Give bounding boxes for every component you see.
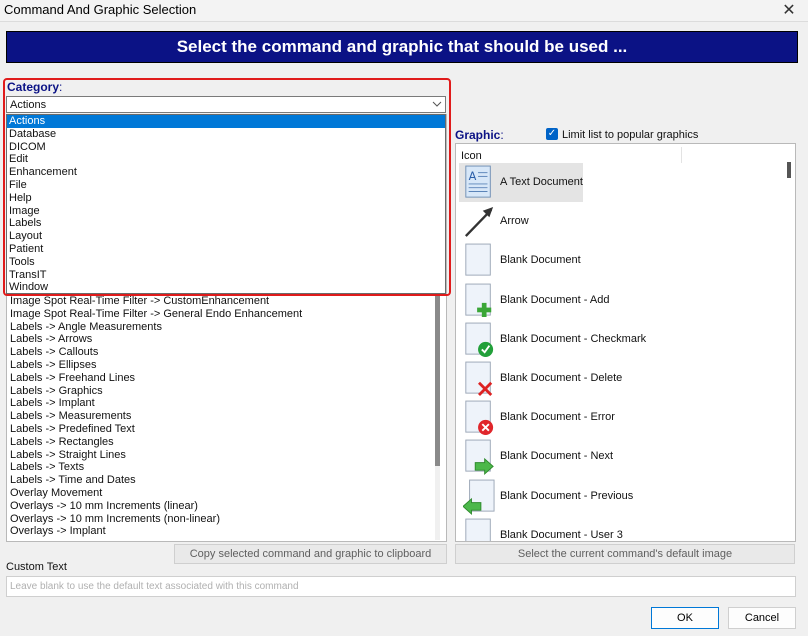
category-option[interactable]: Image xyxy=(7,205,445,218)
graphic-list-item[interactable]: Blank Document - Checkmark xyxy=(459,320,794,359)
command-list-item[interactable]: Labels -> Rectangles xyxy=(10,436,302,449)
command-list-item[interactable]: Overlays -> Implant xyxy=(10,525,302,538)
blank-document-checkmark-icon xyxy=(465,322,494,357)
category-option[interactable]: File xyxy=(7,179,445,192)
command-list-item[interactable]: Labels -> Straight Lines xyxy=(10,449,302,462)
copy-to-clipboard-button[interactable]: Copy selected command and graphic to cli… xyxy=(174,544,447,564)
blank-document-delete-icon xyxy=(465,361,493,396)
blank-document-user-icon xyxy=(465,518,491,541)
window-title: Command And Graphic Selection xyxy=(4,2,197,17)
blank-document-error-icon xyxy=(465,400,494,436)
command-list-item[interactable]: Labels -> Measurements xyxy=(10,410,302,423)
graphic-label-colon: : xyxy=(500,128,504,142)
command-list-item[interactable]: Overlays -> 10 mm Increments (non-linear… xyxy=(10,513,302,526)
graphic-list-item[interactable]: Blank Document - Add xyxy=(459,281,794,320)
graphic-item-label: Blank Document - Next xyxy=(500,450,614,463)
graphic-header-divider xyxy=(681,147,682,163)
graphic-label-text: Graphic xyxy=(455,128,501,142)
graphic-list[interactable]: Icon A A Text Document Arrow Blank Document… xyxy=(455,143,796,542)
select-default-image-button[interactable]: Select the current command's default ima… xyxy=(455,544,795,564)
blank-document-icon xyxy=(465,243,491,276)
command-list-item[interactable]: Labels -> Ellipses xyxy=(10,359,302,372)
command-list-item[interactable]: Overlays -> 10 mm Increments (linear) xyxy=(10,500,302,513)
graphic-list-item[interactable]: Blank Document - Previous xyxy=(459,477,794,516)
category-option[interactable]: Enhancement xyxy=(7,166,445,179)
command-list-item[interactable]: Labels -> Callouts xyxy=(10,346,302,359)
text-document-icon: A xyxy=(465,165,491,198)
category-select[interactable]: Actions xyxy=(6,96,446,113)
limit-popular-checkbox[interactable]: ✓ xyxy=(546,128,558,140)
blank-document-next-icon xyxy=(465,439,494,476)
graphic-label: Graphic: xyxy=(455,128,504,142)
category-option[interactable]: Labels xyxy=(7,217,445,230)
cancel-button[interactable]: Cancel xyxy=(728,607,796,629)
category-dropdown-list[interactable]: Actions Database DICOM Edit Enhancement File H… xyxy=(6,114,446,294)
graphic-list-scrollbar[interactable] xyxy=(787,158,792,538)
graphic-item-label: Blank Document - Delete xyxy=(500,372,623,384)
graphic-list-scroll-thumb[interactable] xyxy=(787,162,791,178)
limit-popular-label[interactable]: Limit list to popular graphics xyxy=(562,129,698,141)
ok-button[interactable]: OK xyxy=(651,607,719,629)
graphic-column-header[interactable]: Icon xyxy=(461,150,482,162)
category-option[interactable]: Actions xyxy=(7,115,445,128)
graphic-item-label: Arrow xyxy=(500,215,529,228)
graphic-item-label: Blank Document xyxy=(500,254,581,267)
graphic-list-item[interactable]: A A Text Document xyxy=(459,163,794,202)
graphic-item-label: Blank Document - User 3 xyxy=(500,528,623,541)
command-list-item[interactable]: Labels -> Predefined Text xyxy=(10,423,302,436)
command-list-item[interactable]: Image Spot Real-Time Filter -> CustomEnh… xyxy=(10,295,302,308)
blank-document-add-icon xyxy=(465,283,492,317)
command-list-item[interactable]: Labels -> Graphics xyxy=(10,385,302,398)
command-list-scroll-thumb[interactable] xyxy=(435,291,440,466)
command-list-item[interactable]: Image Spot Real-Time Filter -> General E… xyxy=(10,308,302,321)
command-list-item[interactable]: Labels -> Implant xyxy=(10,397,302,410)
graphic-list-item[interactable]: Blank Document - Delete xyxy=(459,359,794,398)
category-option[interactable]: DICOM xyxy=(7,141,445,154)
command-list-item[interactable]: Labels -> Time and Dates xyxy=(10,474,302,487)
close-icon[interactable]: ✕ xyxy=(778,0,800,20)
command-list-item[interactable]: Overlay Movement xyxy=(10,487,302,500)
category-option[interactable]: Database xyxy=(7,128,445,141)
command-list-item[interactable]: Labels -> Freehand Lines xyxy=(10,372,302,385)
blank-document-previous-icon xyxy=(463,479,495,515)
category-option[interactable]: Layout xyxy=(7,230,445,243)
category-option[interactable]: Tools xyxy=(7,256,445,269)
graphic-item-label: Blank Document - Previous xyxy=(500,489,634,502)
graphic-item-label: A Text Document xyxy=(500,176,583,188)
category-option[interactable]: Help xyxy=(7,192,445,205)
category-label-colon: : xyxy=(59,80,63,94)
instruction-banner: Select the command and graphic that shou… xyxy=(6,31,798,63)
command-list-item[interactable]: Labels -> Angle Measurements xyxy=(10,321,302,334)
command-items: Image Spot Real-Time Filter -> CustomEnh… xyxy=(10,295,302,538)
graphic-list-item[interactable]: Arrow xyxy=(459,202,794,241)
category-selected-value: Actions xyxy=(10,99,47,111)
category-label-text: Category xyxy=(7,80,60,94)
custom-text-label: Custom Text xyxy=(6,561,67,573)
title-bar: Command And Graphic Selection ✕ xyxy=(0,0,808,22)
graphic-list-item[interactable]: Blank Document - Error xyxy=(459,398,794,437)
category-option[interactable]: Window xyxy=(7,281,445,294)
graphic-item-label: Blank Document - Add xyxy=(500,293,610,306)
arrow-icon xyxy=(464,207,494,238)
graphic-list-item[interactable]: Blank Document - Next xyxy=(459,437,794,476)
custom-text-input[interactable] xyxy=(6,576,796,597)
category-option[interactable]: Edit xyxy=(7,153,445,166)
graphic-item-label: Blank Document - Error xyxy=(500,411,615,424)
graphic-item-label: Blank Document - Checkmark xyxy=(500,332,647,345)
command-list-item[interactable]: Labels -> Arrows xyxy=(10,333,302,346)
svg-text:A: A xyxy=(469,170,477,183)
command-list-item[interactable]: Labels -> Texts xyxy=(10,461,302,474)
graphic-list-item[interactable]: Blank Document xyxy=(459,241,794,280)
category-label: Category: xyxy=(7,80,62,94)
category-option[interactable]: TransIT xyxy=(7,269,445,282)
category-option[interactable]: Patient xyxy=(7,243,445,256)
chevron-down-icon xyxy=(432,101,442,107)
graphic-list-item[interactable]: Blank Document - User 3 xyxy=(459,516,794,541)
